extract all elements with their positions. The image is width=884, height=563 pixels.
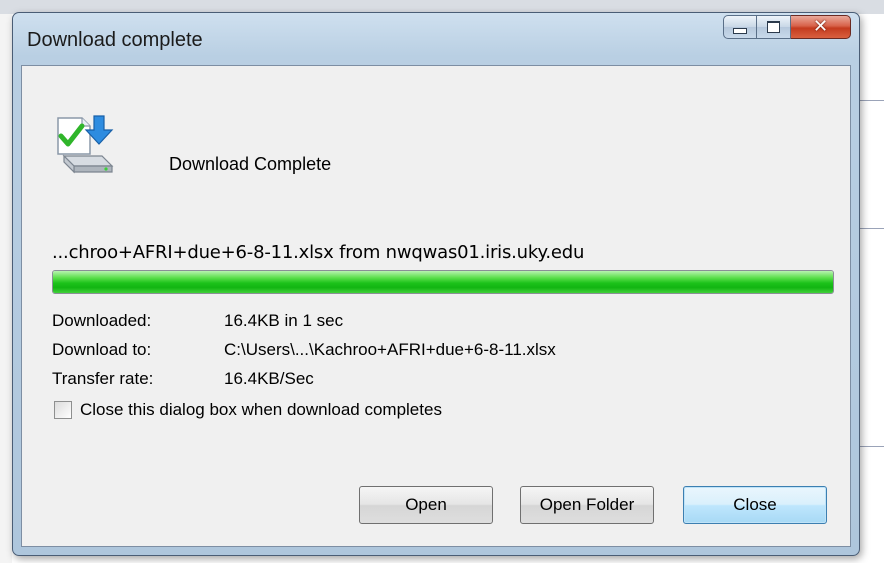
maximize-button[interactable] [757, 15, 791, 39]
background-divider [860, 228, 884, 229]
open-folder-button[interactable]: Open Folder [520, 486, 654, 524]
progress-fill [53, 271, 833, 293]
title-bar[interactable]: Download complete ✕ [13, 13, 859, 73]
background-page-left-edge [0, 14, 12, 563]
detail-row-transfer-rate: Transfer rate: 16.4KB/Sec [52, 364, 556, 393]
dialog-body: Download Complete ...chroo+AFRI+due+6-8-… [21, 65, 851, 547]
detail-value: 16.4KB/Sec [224, 368, 314, 388]
close-when-done-checkbox[interactable] [54, 401, 72, 419]
maximize-icon [767, 21, 780, 33]
status-heading: Download Complete [169, 154, 332, 174]
close-when-done-label[interactable]: Close this dialog box when download comp… [80, 400, 442, 420]
window-title: Download complete [27, 29, 203, 51]
open-button[interactable]: Open [359, 486, 493, 524]
detail-value: C:\Users\...\Kachroo+AFRI+due+6-8-11.xls… [224, 339, 556, 359]
minimize-button[interactable] [723, 15, 757, 39]
download-complete-icon [57, 115, 114, 174]
detail-label: Download to: [52, 339, 152, 359]
detail-label: Downloaded: [52, 310, 152, 330]
close-when-done-option[interactable]: Close this dialog box when download comp… [54, 400, 442, 420]
detail-label: Transfer rate: [52, 368, 154, 388]
close-icon: ✕ [812, 16, 829, 37]
download-dialog: Download complete ✕ Download Complete ..… [12, 12, 860, 556]
caption-buttons: ✕ [723, 15, 851, 41]
download-progress-bar [52, 270, 834, 294]
close-window-button[interactable]: ✕ [791, 15, 851, 39]
detail-row-download-to: Download to: C:\Users\...\Kachroo+AFRI+d… [52, 335, 556, 364]
file-source-line: ...chroo+AFRI+due+6-8-11.xlsx from nwqwa… [52, 242, 585, 263]
background-divider [860, 446, 884, 447]
download-details: Downloaded: 16.4KB in 1 sec Download to:… [52, 306, 556, 393]
close-button[interactable]: Close [683, 486, 827, 524]
minimize-icon [733, 28, 747, 34]
background-divider [860, 100, 884, 101]
detail-row-downloaded: Downloaded: 16.4KB in 1 sec [52, 306, 556, 335]
detail-value: 16.4KB in 1 sec [224, 310, 344, 330]
